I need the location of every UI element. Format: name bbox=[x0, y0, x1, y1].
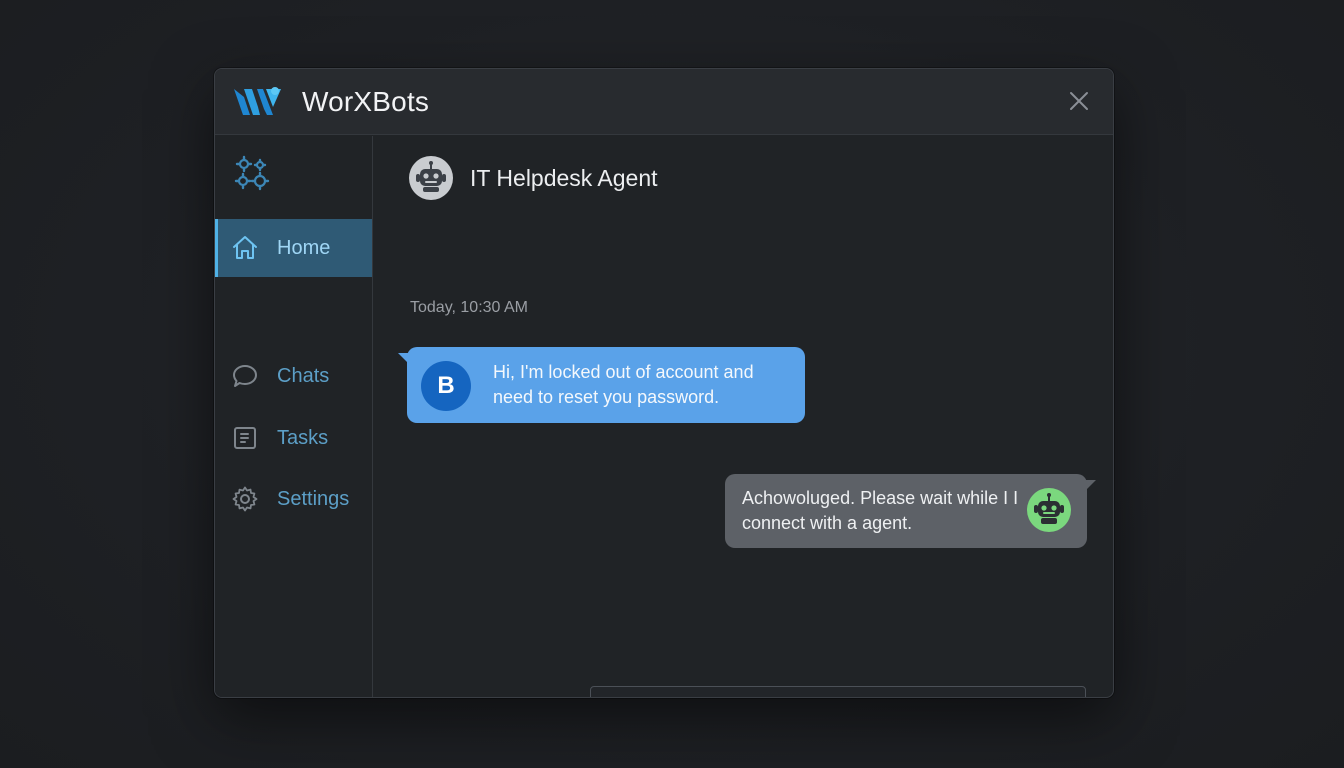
sidebar-item-label: Tasks bbox=[277, 426, 329, 449]
worxbots-logo-icon bbox=[234, 87, 281, 115]
chat-window: WorXBots Home Chats Tasks Settings IT He… bbox=[214, 68, 1114, 698]
gears-icon bbox=[234, 155, 270, 191]
sidebar-item-label: Settings bbox=[277, 487, 350, 510]
agent-message-bubble: Achowoluged. Please wait while I I conne… bbox=[725, 474, 1096, 548]
gear-icon bbox=[232, 486, 258, 512]
home-icon bbox=[233, 236, 257, 259]
robot-icon bbox=[416, 161, 446, 192]
sidebar-item-label: Home bbox=[277, 236, 331, 259]
close-icon[interactable] bbox=[1067, 89, 1091, 113]
sidebar-item-home[interactable]: Home bbox=[215, 219, 372, 277]
robot-icon bbox=[1034, 493, 1064, 524]
desktop-background: WorXBots Home Chats Tasks Settings IT He… bbox=[0, 0, 1344, 768]
message-timestamp: Today, 10:30 AM bbox=[410, 299, 528, 316]
title-bar: WorXBots bbox=[215, 69, 1113, 135]
chat-panel: IT Helpdesk Agent Today, 10:30 AM B Hi, … bbox=[373, 136, 1113, 698]
sidebar: Home Chats Tasks Settings bbox=[215, 136, 373, 697]
message-input[interactable] bbox=[603, 697, 1023, 698]
agent-name: IT Helpdesk Agent bbox=[470, 165, 658, 191]
message-composer bbox=[590, 686, 1086, 698]
bot-avatar bbox=[1027, 488, 1071, 532]
agent-message-text: Achowoluged. Please wait while I I conne… bbox=[742, 488, 1019, 533]
sidebar-item-settings[interactable]: Settings bbox=[215, 470, 372, 528]
sidebar-item-tasks[interactable]: Tasks bbox=[215, 409, 372, 467]
agent-avatar bbox=[409, 156, 453, 200]
app-title: WorXBots bbox=[302, 86, 430, 117]
task-list-icon bbox=[234, 427, 256, 449]
user-message-bubble: B Hi, I'm locked out of account and need… bbox=[407, 347, 805, 423]
user-avatar: B bbox=[421, 361, 471, 411]
sidebar-item-label: Chats bbox=[277, 364, 330, 387]
sidebar-item-chats[interactable]: Chats bbox=[215, 347, 372, 405]
chat-bubble-icon bbox=[233, 365, 257, 387]
user-message-text: Hi, I'm locked out of account and need t… bbox=[493, 362, 754, 407]
